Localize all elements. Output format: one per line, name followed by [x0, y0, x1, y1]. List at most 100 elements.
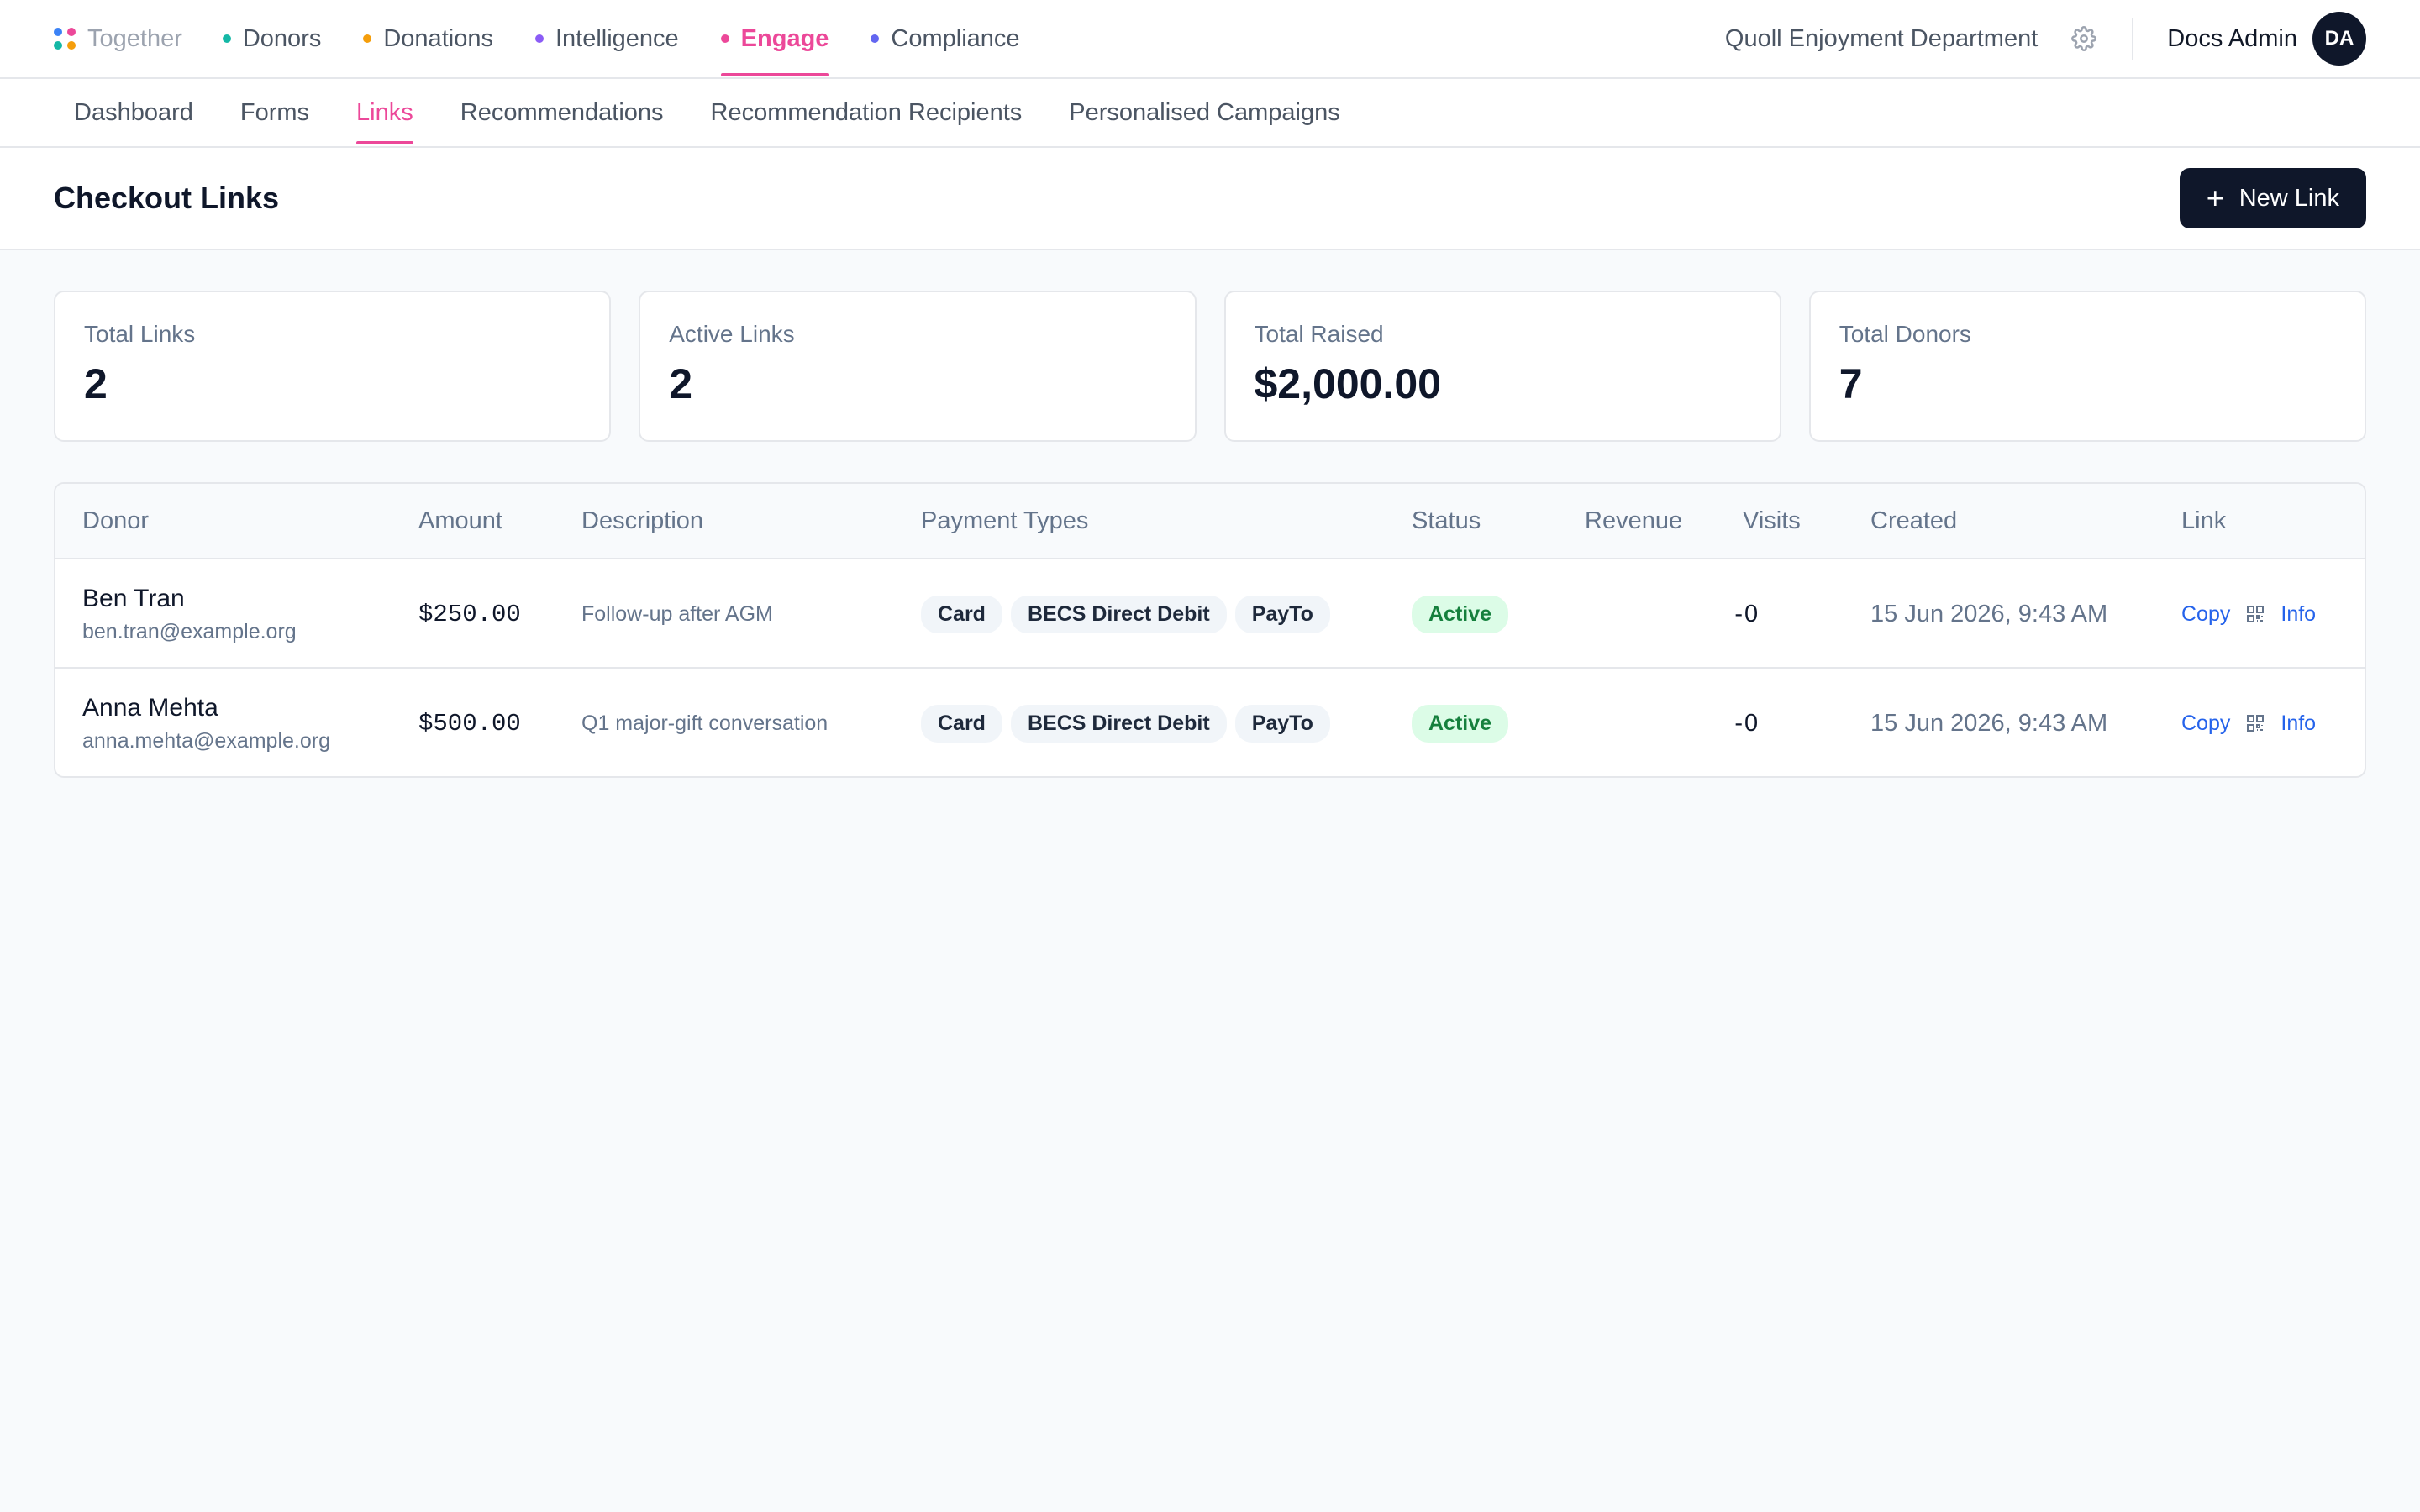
main-nav: Donors Donations Intelligence Engage Com… — [222, 0, 1062, 78]
stat-value: $2,000.00 — [1254, 360, 1441, 407]
table-row[interactable]: Ben Tran ben.tran@example.org $250.00 Fo… — [55, 559, 2365, 669]
checkout-links-table: Donor Amount Description Payment Types S… — [54, 482, 2366, 778]
nav-item-label: Donors — [242, 24, 322, 52]
stat-label: Total Raised — [1254, 321, 1384, 347]
status-badge: Active — [1412, 704, 1509, 743]
brand-dot — [54, 41, 62, 50]
avatar[interactable]: DA — [2312, 12, 2366, 66]
gear-icon[interactable] — [2070, 24, 2098, 53]
nav-item-donors[interactable]: Donors — [222, 0, 322, 78]
nav-dot-icon — [871, 34, 880, 43]
payment-types-cell: Card BECS Direct Debit PayTo — [921, 559, 1339, 669]
copy-link-button[interactable]: Copy — [2181, 602, 2230, 627]
column-header-donor[interactable]: Donor — [82, 484, 149, 558]
donor-cell: Ben Tran ben.tran@example.org — [82, 559, 297, 669]
stat-value: 2 — [669, 360, 693, 407]
nav-dot-icon — [363, 34, 372, 43]
tab-links[interactable]: Links — [356, 79, 413, 146]
revenue-value: - — [1734, 709, 1743, 737]
payment-type-badge: Card — [921, 595, 1002, 633]
qr-code-icon[interactable] — [2245, 604, 2265, 624]
nav-item-label: Engage — [740, 24, 829, 52]
donor-email: anna.mehta@example.org — [82, 728, 330, 753]
link-cell: Copy Info — [2181, 669, 2316, 776]
payment-type-badge: PayTo — [1234, 704, 1330, 743]
organization-switcher[interactable]: Quoll Enjoyment Department — [1725, 25, 2038, 53]
stat-value: 2 — [84, 360, 108, 407]
stat-card-total-donors: Total Donors 7 — [1808, 291, 2366, 442]
table-row[interactable]: Anna Mehta anna.mehta@example.org $500.0… — [55, 669, 2365, 776]
nav-dot-icon — [222, 34, 231, 43]
nav-item-engage[interactable]: Engage — [720, 0, 829, 78]
status-cell: Active — [1412, 669, 1509, 776]
stat-label: Total Donors — [1839, 321, 1971, 347]
column-header-link[interactable]: Link — [2181, 484, 2226, 558]
payment-type-badge: PayTo — [1234, 595, 1330, 633]
tab-recommendation-recipients[interactable]: Recommendation Recipients — [711, 79, 1023, 146]
info-link-button[interactable]: Info — [2281, 602, 2316, 627]
sub-navigation: Dashboard Forms Links Recommendations Re… — [0, 79, 2420, 148]
column-header-created[interactable]: Created — [1870, 484, 1957, 558]
qr-code-icon[interactable] — [2245, 713, 2265, 733]
link-cell: Copy Info — [2181, 559, 2316, 669]
created-cell: 15 Jun 2026, 9:43 AM — [1870, 709, 2108, 737]
column-header-description[interactable]: Description — [581, 484, 703, 558]
brand-logo[interactable]: Together — [54, 25, 182, 53]
donor-name[interactable]: Anna Mehta — [82, 694, 218, 722]
nav-dot-icon — [720, 34, 729, 43]
stat-label: Active Links — [669, 321, 795, 347]
donor-name[interactable]: Ben Tran — [82, 585, 185, 613]
revenue-cell: - — [1585, 669, 1743, 776]
visits-cell: 0 — [1744, 709, 1759, 737]
column-header-visits[interactable]: Visits — [1743, 484, 1801, 558]
description-cell: Follow-up after AGM — [581, 601, 773, 626]
stat-card-active-links: Active Links 2 — [639, 291, 1197, 442]
new-link-button[interactable]: + New Link — [2179, 168, 2366, 228]
payment-type-badge: BECS Direct Debit — [1010, 595, 1227, 633]
brand-dot — [54, 28, 62, 36]
column-header-revenue[interactable]: Revenue — [1585, 484, 1682, 558]
donor-email: ben.tran@example.org — [82, 619, 297, 643]
stat-card-total-raised: Total Raised $2,000.00 — [1223, 291, 1781, 442]
nav-item-intelligence[interactable]: Intelligence — [534, 0, 679, 78]
nav-dot-icon — [534, 34, 544, 43]
header-right: Quoll Enjoyment Department Docs Admin DA — [1725, 12, 2366, 66]
revenue-value: - — [1734, 600, 1743, 627]
nav-item-donations[interactable]: Donations — [363, 0, 493, 78]
payment-type-badge: Card — [921, 704, 1002, 743]
payment-types-cell: Card BECS Direct Debit PayTo — [921, 669, 1339, 776]
column-header-payment-types[interactable]: Payment Types — [921, 484, 1088, 558]
column-header-amount[interactable]: Amount — [418, 484, 502, 558]
column-header-status[interactable]: Status — [1412, 484, 1481, 558]
created-cell: 15 Jun 2026, 9:43 AM — [1870, 600, 2108, 627]
tab-forms[interactable]: Forms — [240, 79, 309, 146]
amount-cell: $500.00 — [418, 709, 521, 738]
header-divider — [2132, 18, 2134, 60]
payment-type-badge: BECS Direct Debit — [1010, 704, 1227, 743]
amount-cell: $250.00 — [418, 600, 521, 628]
visits-cell: 0 — [1744, 600, 1759, 627]
page-header: Checkout Links + New Link — [0, 148, 2420, 250]
description-cell: Q1 major-gift conversation — [581, 711, 829, 735]
donor-cell: Anna Mehta anna.mehta@example.org — [82, 669, 330, 776]
copy-link-button[interactable]: Copy — [2181, 711, 2230, 736]
tab-personalised-campaigns[interactable]: Personalised Campaigns — [1069, 79, 1339, 146]
tab-dashboard[interactable]: Dashboard — [74, 79, 193, 146]
revenue-cell: - — [1585, 559, 1743, 669]
stat-card-total-links: Total Links 2 — [54, 291, 612, 442]
new-link-button-label: New Link — [2238, 184, 2339, 212]
nav-item-label: Compliance — [891, 24, 1020, 52]
nav-item-compliance[interactable]: Compliance — [871, 0, 1020, 78]
page-title: Checkout Links — [54, 181, 280, 215]
table-header: Donor Amount Description Payment Types S… — [55, 484, 2365, 559]
status-badge: Active — [1412, 595, 1509, 633]
tab-recommendations[interactable]: Recommendations — [460, 79, 664, 146]
user-name[interactable]: Docs Admin — [2167, 25, 2297, 53]
status-cell: Active — [1412, 559, 1509, 669]
info-link-button[interactable]: Info — [2281, 711, 2316, 736]
brand-dots-icon — [54, 28, 76, 50]
brand-name: Together — [87, 24, 182, 52]
plus-icon: + — [2206, 181, 2224, 215]
top-navigation-bar: Together Donors Donations Intelligence E… — [0, 0, 2420, 79]
stat-label: Total Links — [84, 321, 196, 347]
